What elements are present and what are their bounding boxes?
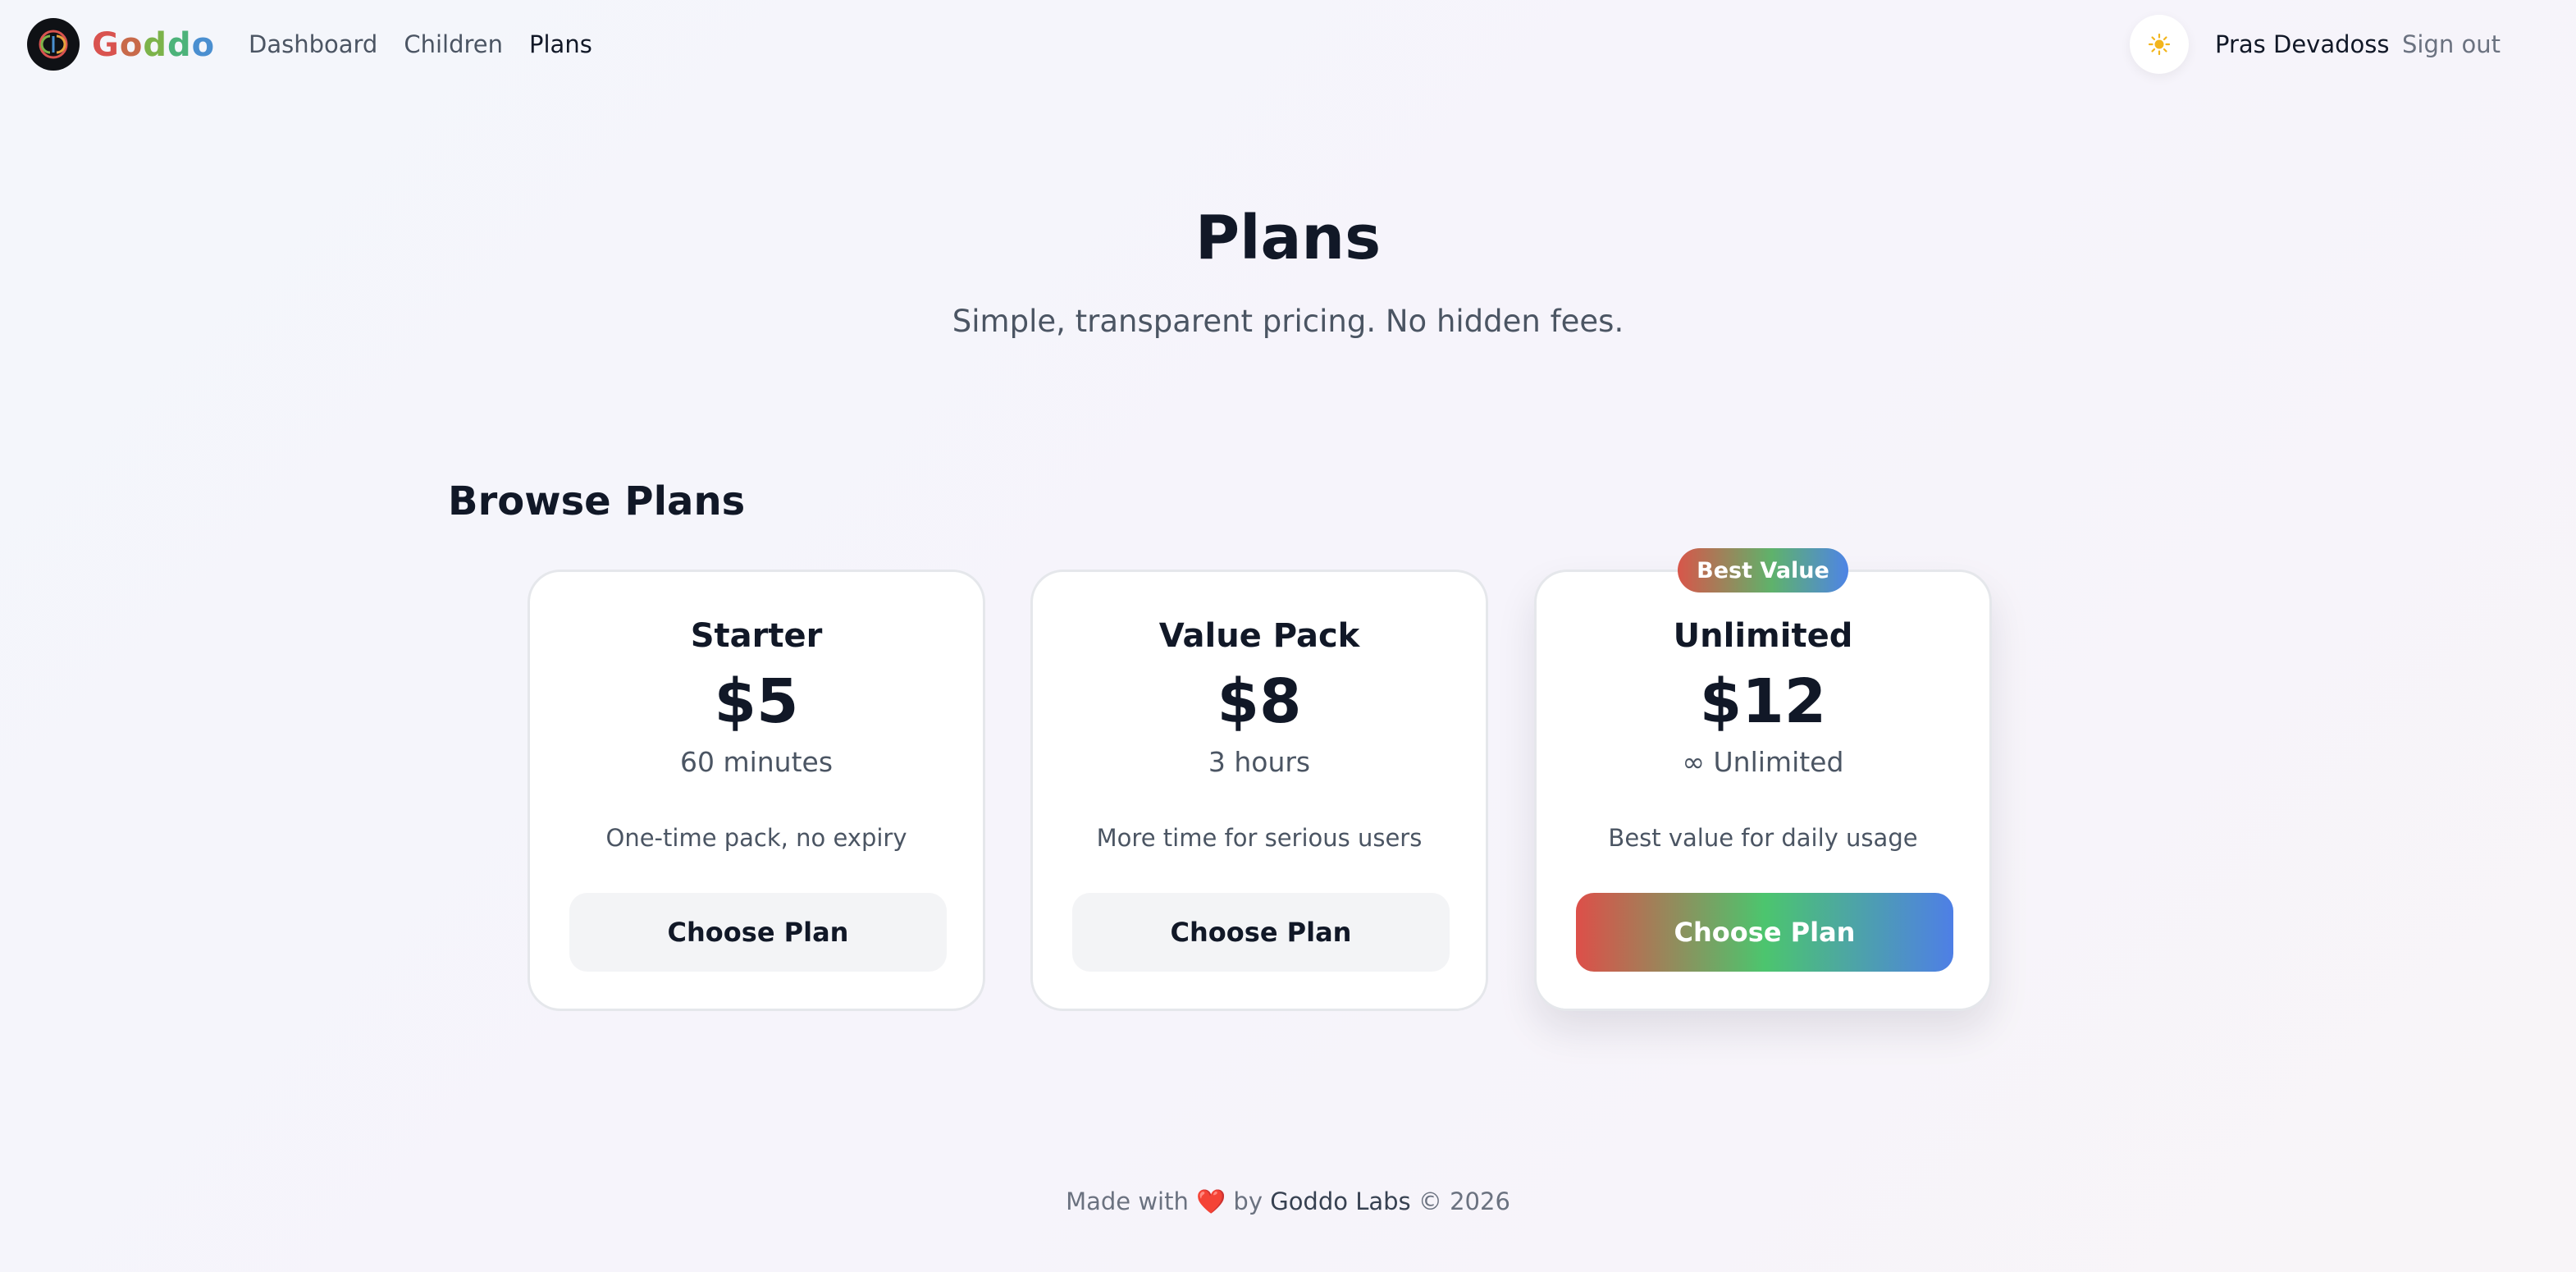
plan-amount: 60 minutes <box>679 746 834 778</box>
choose-plan-button-starter[interactable]: Choose Plan <box>569 893 947 972</box>
footer-copyright: © 2026 <box>1418 1187 1510 1215</box>
plan-price: $8 <box>1217 666 1302 737</box>
top-navigation-bar: Goddo Dashboard Children Plans Pras Deva… <box>0 0 2576 90</box>
plan-price: $5 <box>714 666 799 737</box>
plan-card-unlimited: Unlimited $12 ∞ Unlimited Best value for… <box>1534 570 1992 1011</box>
nav-link-children[interactable]: Children <box>404 26 503 62</box>
footer-by: by <box>1233 1187 1263 1215</box>
plan-description: One-time pack, no expiry <box>605 824 907 852</box>
plan-description: More time for serious users <box>1096 824 1423 852</box>
section-title: Browse Plans <box>448 478 746 524</box>
best-value-badge: Best Value <box>1678 548 1848 593</box>
page-subtitle: Simple, transparent pricing. No hidden f… <box>952 304 1624 339</box>
brand-letter: o <box>119 26 144 64</box>
choose-plan-button-value-pack[interactable]: Choose Plan <box>1072 893 1450 972</box>
theme-toggle-button[interactable] <box>2130 15 2189 74</box>
sign-out-link[interactable]: Sign out <box>2402 26 2501 62</box>
plan-name: Unlimited <box>1673 617 1853 655</box>
plan-name: Value Pack <box>1158 617 1360 655</box>
plan-amount: ∞ Unlimited <box>1682 746 1844 778</box>
user-name: Pras Devadoss <box>2215 30 2390 58</box>
brand-letter: d <box>143 26 167 64</box>
plan-card-starter: Starter $5 60 minutes One-time pack, no … <box>528 570 985 1011</box>
nav-link-plans[interactable]: Plans <box>529 26 592 62</box>
plan-card-value-pack: Value Pack $8 3 hours More time for seri… <box>1030 570 1488 1011</box>
brand-name[interactable]: Goddo <box>92 22 215 68</box>
footer: Made with ❤️ by Goddo Labs © 2026 <box>0 1182 2576 1221</box>
nav-link-dashboard[interactable]: Dashboard <box>249 26 377 62</box>
goddo-logo-icon[interactable] <box>27 18 80 71</box>
brand-letter: G <box>92 26 120 64</box>
footer-company-link[interactable]: Goddo Labs <box>1270 1187 1410 1215</box>
plan-price: $12 <box>1699 666 1827 737</box>
plan-amount: 3 hours <box>1208 746 1311 778</box>
plan-description: Best value for daily usage <box>1608 824 1918 852</box>
main-nav: Dashboard Children Plans <box>249 26 592 62</box>
brand-letter: o <box>191 26 216 64</box>
sun-icon <box>2148 33 2171 56</box>
choose-plan-button-unlimited[interactable]: Choose Plan <box>1576 893 1953 972</box>
heart-icon: ❤️ <box>1196 1187 1226 1215</box>
plan-name: Starter <box>690 617 823 655</box>
brand-letter: d <box>167 26 192 64</box>
footer-made-with: Made with <box>1066 1187 1189 1215</box>
page-title: Plans <box>1194 203 1382 273</box>
